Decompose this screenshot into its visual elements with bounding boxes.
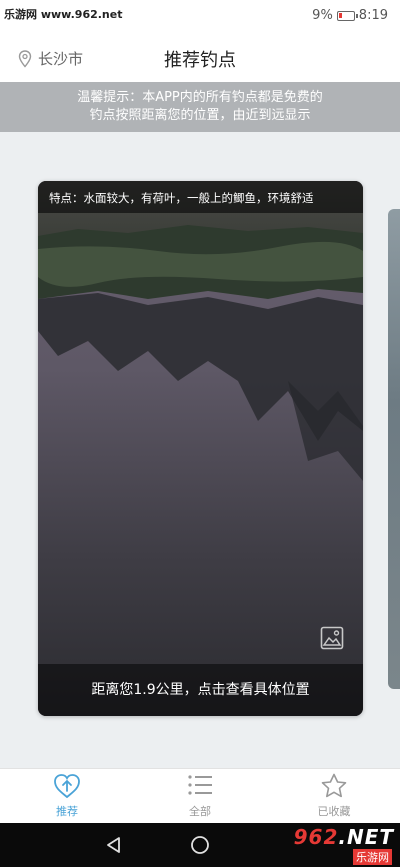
bottom-tab-bar: 推荐 全部 已收藏 xyxy=(0,768,400,823)
battery-percent: 9% xyxy=(312,8,333,23)
tab-favorites-label: 已收藏 xyxy=(317,805,351,818)
distance-button[interactable]: 距离您1.9公里，点击查看具体位置 xyxy=(38,664,363,716)
heart-arrow-icon xyxy=(54,774,80,799)
spot-photo xyxy=(38,181,363,716)
fishing-spot-card[interactable]: 特点：水面较大，有荷叶，一般上的鲫鱼，环境舒适 距离您1.9公里，点击查看具体位… xyxy=(38,181,363,716)
notice-line-2: 钓点按照距离您的位置，由近到远显示 xyxy=(89,108,311,123)
tab-favorites[interactable]: 已收藏 xyxy=(294,773,374,823)
watermark-logo: 962.NET xyxy=(294,825,394,849)
notice-line-1: 温馨提示：本APP内的所有钓点都是免费的 xyxy=(77,90,323,105)
star-icon xyxy=(321,773,347,798)
status-bar: 乐游网 www.962.net 9% 8:19 xyxy=(0,0,400,32)
system-nav-bar: 962.NET 乐游网 xyxy=(0,823,400,867)
watermark-text: 乐游网 www.962.net xyxy=(4,8,123,21)
tab-recommend[interactable]: 推荐 xyxy=(27,773,107,823)
spot-feature-text: 特点：水面较大，有荷叶，一般上的鲫鱼，环境舒适 xyxy=(38,181,363,213)
home-icon[interactable] xyxy=(190,835,210,855)
watermark-suffix: .NET xyxy=(338,825,394,849)
back-icon[interactable] xyxy=(104,835,124,855)
tab-all-label: 全部 xyxy=(189,805,211,818)
notice-banner: 温馨提示：本APP内的所有钓点都是免费的 钓点按照距离您的位置，由近到远显示 xyxy=(0,82,400,132)
watermark-brand: 962 xyxy=(293,825,339,849)
page-title: 推荐钓点 xyxy=(164,50,236,71)
status-indicators: 9% 8:19 xyxy=(312,8,388,23)
list-icon xyxy=(188,775,212,795)
next-spot-card-peek[interactable] xyxy=(388,209,400,689)
tab-recommend-label: 推荐 xyxy=(56,805,78,818)
image-icon[interactable] xyxy=(320,626,344,650)
clock: 8:19 xyxy=(358,8,388,23)
watermark-sub: 乐游网 xyxy=(353,849,392,865)
app-header: 长沙市 推荐钓点 xyxy=(0,32,400,82)
battery-icon xyxy=(336,10,358,21)
tab-all[interactable]: 全部 xyxy=(160,773,240,823)
